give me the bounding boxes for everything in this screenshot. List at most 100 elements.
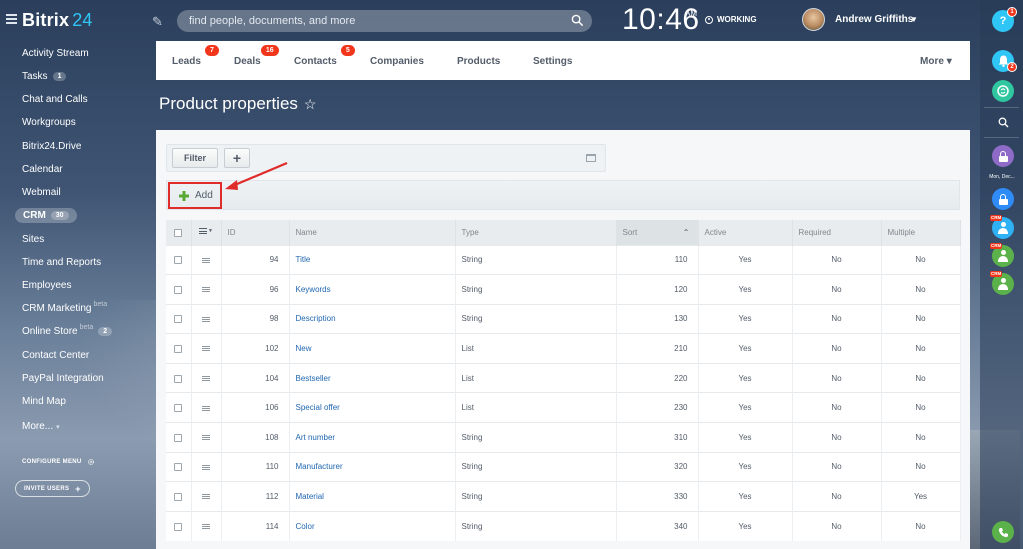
select-all-checkbox[interactable] (174, 228, 183, 237)
property-link[interactable]: Bestseller (296, 374, 331, 383)
row-menu-cell[interactable] (191, 274, 222, 305)
table-row[interactable]: 112 Material String 330 Yes No Yes (166, 481, 961, 512)
sidebar-item-activity-stream[interactable]: Activity Stream (22, 48, 89, 59)
search-icon[interactable] (992, 111, 1014, 133)
property-link[interactable]: Manufacturer (296, 462, 343, 471)
property-link[interactable]: Title (296, 255, 311, 264)
sidebar-item-mind-map[interactable]: Mind Map (22, 396, 66, 407)
pencil-icon[interactable]: ✎ (152, 14, 163, 30)
search-input[interactable] (177, 10, 592, 32)
table-row[interactable]: 102 New List 210 Yes No No (166, 333, 961, 364)
table-row[interactable]: 98 Description String 130 Yes No No (166, 303, 961, 334)
row-menu-icon[interactable] (202, 523, 210, 530)
sidebar-item-calendar[interactable]: Calendar (22, 164, 63, 175)
sidebar-item-chat[interactable]: Chat and Calls (22, 94, 88, 105)
table-row[interactable]: 106 Special offer List 230 Yes No No (166, 392, 961, 423)
row-checkbox-cell[interactable] (166, 244, 192, 275)
app-logo[interactable]: Bitrix 24 (22, 10, 93, 31)
row-menu-icon[interactable] (202, 405, 210, 412)
row-menu-cell[interactable] (191, 333, 222, 364)
sidebar-item-sites[interactable]: Sites (22, 234, 44, 245)
row-menu-cell[interactable] (191, 244, 222, 275)
lock-icon[interactable] (992, 145, 1014, 167)
sidebar-item-drive[interactable]: Bitrix24.Drive (22, 141, 81, 152)
column-header-type[interactable]: Type (455, 220, 617, 245)
row-menu-icon[interactable] (202, 434, 210, 441)
tabs-more-button[interactable]: More ▾ (920, 56, 952, 67)
column-settings-cell[interactable]: ▼ (191, 220, 222, 245)
row-checkbox-cell[interactable] (166, 451, 192, 482)
property-link[interactable]: Special offer (296, 403, 340, 412)
sidebar-item-crm-marketing[interactable]: CRM Marketing beta (22, 301, 107, 314)
property-link[interactable]: Color (296, 522, 315, 531)
tab-products[interactable]: Products (457, 56, 500, 67)
sidebar-item-more[interactable]: More... ▾ (22, 421, 60, 432)
user-avatar[interactable] (802, 8, 825, 31)
search-icon[interactable] (571, 14, 584, 27)
table-row[interactable]: 108 Art number String 310 Yes No No (166, 422, 961, 453)
row-checkbox-cell[interactable] (166, 510, 192, 541)
tab-settings[interactable]: Settings (533, 56, 572, 67)
row-menu-icon[interactable] (202, 345, 210, 352)
row-menu-cell[interactable] (191, 451, 222, 482)
table-row[interactable]: 94 Title String 110 Yes No No (166, 244, 961, 275)
column-header-id[interactable]: ID (221, 220, 290, 245)
sidebar-item-employees[interactable]: Employees (22, 280, 71, 291)
row-menu-cell[interactable] (191, 510, 222, 541)
filter-button[interactable]: Filter (172, 148, 218, 168)
configure-menu[interactable]: CONFIGURE MENU (22, 458, 95, 466)
property-link[interactable]: Art number (296, 433, 336, 442)
menu-icon[interactable] (6, 14, 17, 24)
row-checkbox-cell[interactable] (166, 303, 192, 334)
user-name[interactable]: Andrew Griffiths (835, 14, 913, 25)
tab-contacts[interactable]: Contacts 5 (294, 45, 355, 67)
property-link[interactable]: Description (296, 314, 336, 323)
tab-companies[interactable]: Companies (370, 56, 424, 67)
row-menu-cell[interactable] (191, 481, 222, 512)
table-row[interactable]: 104 Bestseller List 220 Yes No No (166, 362, 961, 393)
search-bar[interactable] (177, 10, 592, 32)
row-checkbox[interactable] (174, 256, 183, 265)
table-row[interactable]: 114 Color String 340 Yes No No (166, 510, 961, 541)
row-menu-icon[interactable] (202, 257, 210, 264)
sidebar-item-webmail[interactable]: Webmail (22, 187, 61, 198)
column-header-name[interactable]: Name (289, 220, 456, 245)
property-link[interactable]: New (296, 344, 312, 353)
table-row[interactable]: 110 Manufacturer String 320 Yes No No (166, 451, 961, 482)
row-checkbox-cell[interactable] (166, 392, 192, 423)
tab-deals[interactable]: Deals 16 (234, 45, 279, 67)
invite-users-button[interactable]: INVITE USERS + (15, 480, 90, 497)
row-checkbox[interactable] (174, 374, 183, 383)
collapse-icon[interactable] (586, 154, 596, 162)
lock-icon[interactable] (992, 188, 1014, 210)
property-link[interactable]: Keywords (296, 285, 331, 294)
row-checkbox[interactable] (174, 285, 183, 294)
add-filter-button[interactable]: + (224, 148, 250, 168)
row-menu-cell[interactable] (191, 303, 222, 334)
row-checkbox-cell[interactable] (166, 422, 192, 453)
row-menu-icon[interactable] (202, 286, 210, 293)
chat-icon[interactable] (992, 80, 1014, 102)
column-header-active[interactable]: Active (698, 220, 793, 245)
sidebar-item-workgroups[interactable]: Workgroups (22, 117, 76, 128)
row-checkbox[interactable] (174, 315, 183, 324)
row-menu-icon[interactable] (202, 316, 210, 323)
row-menu-cell[interactable] (191, 422, 222, 453)
star-icon[interactable]: ☆ (304, 96, 317, 113)
table-row[interactable]: 96 Keywords String 120 Yes No No (166, 274, 961, 305)
work-status[interactable]: WORKING (705, 15, 757, 24)
sidebar-item-tasks[interactable]: Tasks 1 (22, 71, 67, 82)
row-checkbox-cell[interactable] (166, 333, 192, 364)
sidebar-item-contact-center[interactable]: Contact Center (22, 350, 89, 361)
chevron-down-icon[interactable]: ▼ (910, 15, 918, 24)
sidebar-item-online-store[interactable]: Online Store beta 2 (22, 324, 113, 337)
row-checkbox[interactable] (174, 344, 183, 353)
phone-icon[interactable] (992, 521, 1014, 543)
sidebar-item-time-reports[interactable]: Time and Reports (22, 257, 101, 268)
row-menu-icon[interactable] (202, 375, 210, 382)
row-menu-cell[interactable] (191, 392, 222, 423)
column-header-required[interactable]: Required (792, 220, 882, 245)
row-checkbox[interactable] (174, 492, 183, 501)
column-settings-icon[interactable]: ▼ (199, 227, 213, 236)
row-checkbox[interactable] (174, 404, 183, 413)
